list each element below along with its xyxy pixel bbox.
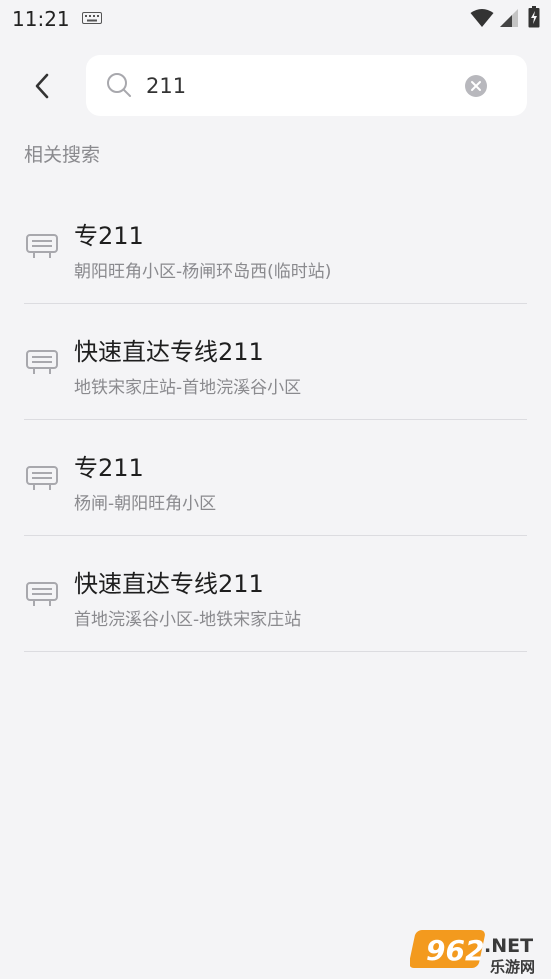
route-name: 专211 xyxy=(74,454,144,482)
list-item[interactable]: 专211 杨闸-朝阳旺角小区 xyxy=(24,420,527,536)
watermark-brand: 962 xyxy=(426,934,484,967)
route-name: 专211 xyxy=(74,222,144,250)
keyboard-icon xyxy=(82,12,102,24)
list-item[interactable]: 专211 朝阳旺角小区-杨闸环岛西(临时站) xyxy=(24,188,527,304)
bus-icon xyxy=(26,466,58,490)
list-item[interactable]: 快速直达专线211 地铁宋家庄站-首地浣溪谷小区 xyxy=(24,304,527,420)
list-item[interactable]: 快速直达专线211 首地浣溪谷小区-地铁宋家庄站 xyxy=(24,536,527,652)
route-description: 首地浣溪谷小区-地铁宋家庄站 xyxy=(74,610,302,630)
search-input[interactable] xyxy=(146,69,446,103)
route-name: 快速直达专线211 xyxy=(74,338,264,366)
result-list: 专211 朝阳旺角小区-杨闸环岛西(临时站) 快速直达专线211 地铁宋家庄站-… xyxy=(24,188,527,652)
route-description: 地铁宋家庄站-首地浣溪谷小区 xyxy=(74,378,302,398)
wifi-icon xyxy=(470,9,494,27)
status-time: 11:21 xyxy=(12,7,70,31)
watermark-tagline: 乐游网 xyxy=(490,958,535,976)
route-name: 快速直达专线211 xyxy=(74,570,264,598)
bus-icon xyxy=(26,582,58,606)
watermark-suffix: .NET xyxy=(484,935,533,957)
status-bar: 11:21 xyxy=(0,0,551,38)
back-arrow-icon xyxy=(35,73,49,99)
bus-icon xyxy=(26,350,58,374)
search-box[interactable] xyxy=(86,55,527,116)
section-title: 相关搜索 xyxy=(24,144,101,166)
watermark-logo: 962 .NET 乐游网 xyxy=(410,930,535,976)
clear-icon[interactable] xyxy=(464,74,488,98)
signal-icon xyxy=(500,9,518,27)
route-description: 朝阳旺角小区-杨闸环岛西(临时站) xyxy=(74,262,332,282)
back-button[interactable] xyxy=(20,64,64,108)
search-icon xyxy=(107,73,131,97)
route-description: 杨闸-朝阳旺角小区 xyxy=(74,494,217,514)
battery-icon xyxy=(528,6,540,28)
bus-icon xyxy=(26,234,58,258)
